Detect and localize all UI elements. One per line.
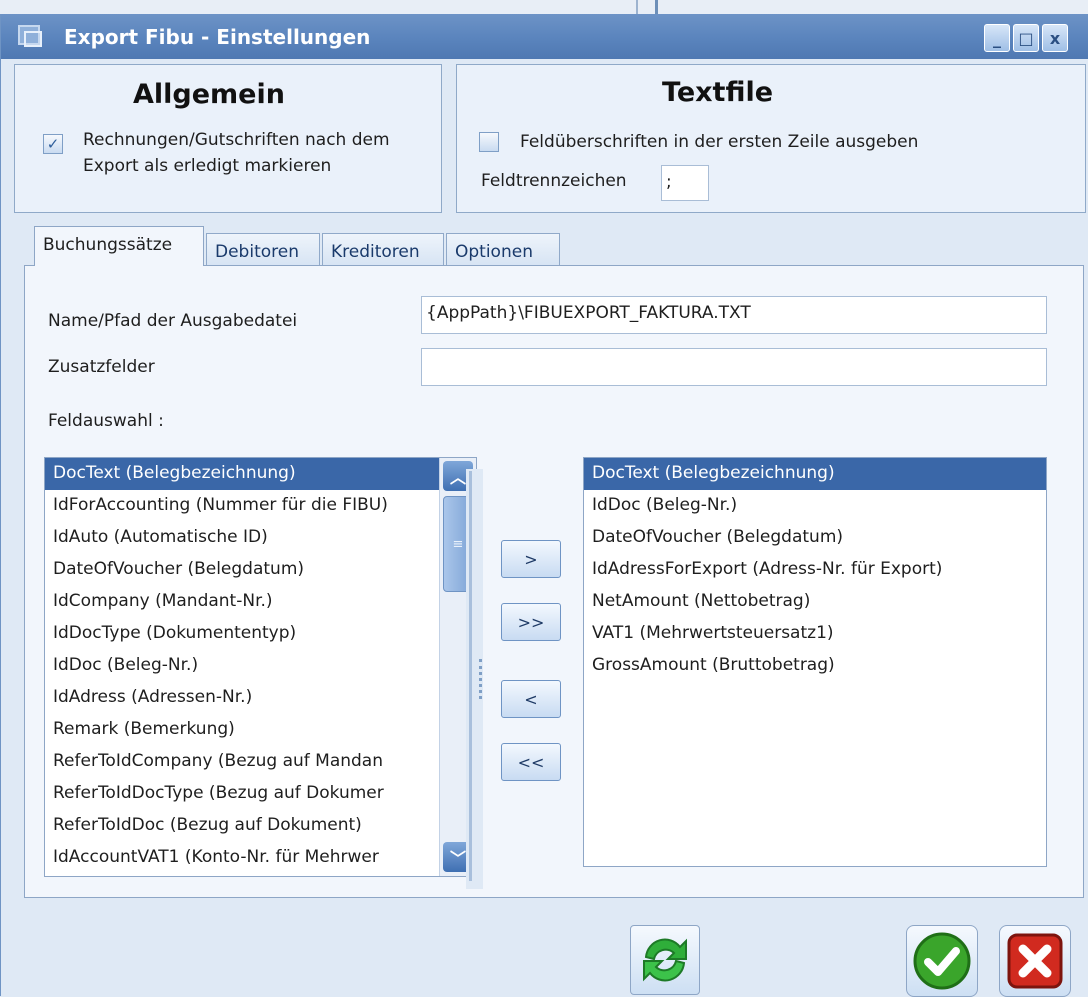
list-item[interactable]: IdDoc (Beleg-Nr.) bbox=[584, 490, 1046, 522]
list-item[interactable]: DocText (Belegbezeichnung) bbox=[584, 458, 1046, 490]
headers-first-line-label: Feldüberschriften in der ersten Zeile au… bbox=[520, 132, 919, 152]
separator-input[interactable]: ; bbox=[661, 165, 709, 201]
list-item[interactable]: DocText (Belegbezeichnung) bbox=[45, 458, 476, 490]
list-item[interactable]: VAT1 (Mehrwertsteuersatz1) bbox=[584, 618, 1046, 650]
list-item[interactable]: IdDocType (Dokumententyp) bbox=[45, 618, 476, 650]
splitter-grip-icon bbox=[479, 659, 482, 699]
list-item[interactable]: IdForAccounting (Nummer für die FIBU) bbox=[45, 490, 476, 522]
mark-done-label-line1: Rechnungen/Gutschriften nach dem bbox=[83, 130, 390, 150]
check-icon bbox=[913, 932, 971, 990]
list-item[interactable]: IdAccountVAT1 (Konto-Nr. für Mehrwer bbox=[45, 842, 476, 874]
refresh-button[interactable] bbox=[630, 925, 700, 995]
output-file-input[interactable]: {AppPath}\FIBUEXPORT_FAKTURA.TXT bbox=[421, 296, 1047, 334]
list-item[interactable]: NetAmount (Nettobetrag) bbox=[584, 586, 1046, 618]
list-item[interactable]: Remark (Bemerkung) bbox=[45, 714, 476, 746]
list-item[interactable]: DateOfVoucher (Belegdatum) bbox=[45, 554, 476, 586]
available-items: DocText (Belegbezeichnung) IdForAccounti… bbox=[45, 458, 476, 874]
tab-kreditoren[interactable]: Kreditoren bbox=[322, 233, 444, 267]
list-item[interactable]: ReferToIdDoc (Bezug auf Dokument) bbox=[45, 810, 476, 842]
list-item[interactable]: DateOfVoucher (Belegdatum) bbox=[584, 522, 1046, 554]
app-icon bbox=[18, 25, 42, 47]
window-title: Export Fibu - Einstellungen bbox=[64, 25, 371, 49]
separator-label: Feldtrennzeichen bbox=[481, 171, 627, 191]
maximize-button[interactable]: □ bbox=[1013, 24, 1039, 52]
mark-done-checkbox[interactable]: ✓ bbox=[43, 134, 63, 154]
textfile-panel: Textfile Feldüberschriften in der ersten… bbox=[456, 64, 1086, 213]
minimize-button[interactable]: _ bbox=[984, 24, 1010, 52]
chevron-down-icon: ﹀ bbox=[449, 849, 466, 868]
title-bar[interactable]: Export Fibu - Einstellungen _ □ x bbox=[1, 14, 1088, 59]
allgemein-header: Allgemein bbox=[133, 79, 285, 110]
allgemein-panel: Allgemein ✓ Rechnungen/Gutschriften nach… bbox=[14, 64, 442, 213]
remove-field-button[interactable]: < bbox=[501, 680, 561, 718]
splitter-line bbox=[469, 471, 472, 881]
refresh-icon bbox=[643, 938, 687, 982]
available-fields-list[interactable]: DocText (Belegbezeichnung) IdForAccounti… bbox=[44, 457, 477, 877]
tab-buchungssaetze[interactable]: Buchungssätze bbox=[34, 226, 204, 266]
list-item[interactable]: GrossAmount (Bruttobetrag) bbox=[584, 650, 1046, 682]
list-item[interactable]: IdCompany (Mandant-Nr.) bbox=[45, 586, 476, 618]
add-field-button[interactable]: > bbox=[501, 540, 561, 578]
strip-divider bbox=[655, 0, 658, 14]
close-icon bbox=[1007, 933, 1063, 989]
close-window-button[interactable]: x bbox=[1042, 24, 1068, 52]
chevron-up-icon: ︿ bbox=[449, 468, 466, 487]
strip-divider bbox=[636, 0, 638, 14]
list-splitter[interactable] bbox=[466, 469, 483, 889]
remove-all-fields-button[interactable]: << bbox=[501, 743, 561, 781]
headers-first-line-checkbox[interactable] bbox=[479, 132, 499, 152]
list-item[interactable]: ReferToIdCompany (Bezug auf Mandan bbox=[45, 746, 476, 778]
background-strip bbox=[0, 0, 1088, 14]
list-item[interactable]: IdAdressForExport (Adress-Nr. für Export… bbox=[584, 554, 1046, 586]
extra-fields-input[interactable] bbox=[421, 348, 1047, 386]
extra-fields-label: Zusatzfelder bbox=[48, 357, 155, 377]
list-item[interactable]: IdAuto (Automatische ID) bbox=[45, 522, 476, 554]
tab-optionen[interactable]: Optionen bbox=[446, 233, 560, 267]
mark-done-label-line2: Export als erledigt markieren bbox=[83, 156, 332, 176]
dialog-window: Export Fibu - Einstellungen _ □ x Allgem… bbox=[0, 14, 1088, 997]
list-item[interactable]: IdAdress (Adressen-Nr.) bbox=[45, 682, 476, 714]
selected-fields-list[interactable]: DocText (Belegbezeichnung) IdDoc (Beleg-… bbox=[583, 457, 1047, 867]
tab-debitoren[interactable]: Debitoren bbox=[206, 233, 320, 267]
grip-icon: ≡ bbox=[452, 536, 464, 552]
cancel-button[interactable] bbox=[999, 925, 1071, 997]
list-item[interactable]: IdDoc (Beleg-Nr.) bbox=[45, 650, 476, 682]
field-selection-label: Feldauswahl : bbox=[48, 411, 164, 431]
list-item[interactable]: ReferToIdDocType (Bezug auf Dokumer bbox=[45, 778, 476, 810]
add-all-fields-button[interactable]: >> bbox=[501, 603, 561, 641]
ok-button[interactable] bbox=[906, 925, 978, 997]
textfile-header: Textfile bbox=[662, 77, 774, 108]
output-file-label: Name/Pfad der Ausgabedatei bbox=[48, 311, 298, 331]
check-icon: ✓ bbox=[46, 135, 60, 153]
